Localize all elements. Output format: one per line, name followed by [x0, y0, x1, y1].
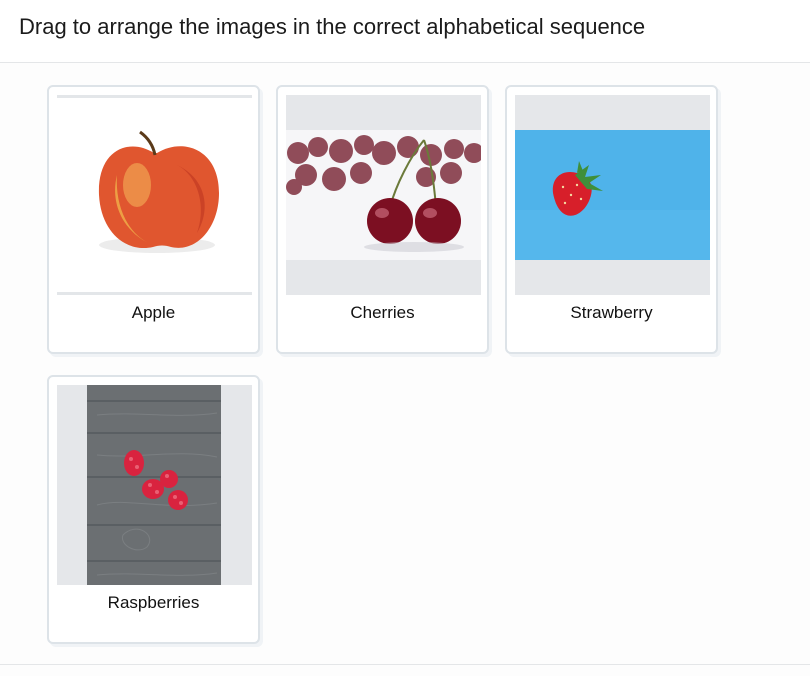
raspberries-image [57, 385, 252, 585]
footer-divider [0, 664, 810, 665]
strawberry-image [515, 95, 710, 295]
card-label: Apple [131, 303, 176, 322]
apple-image [57, 95, 252, 295]
draggable-card-strawberry[interactable]: Strawberry [505, 85, 718, 354]
card-label: Cherries [350, 303, 415, 322]
header: Drag to arrange the images in the correc… [0, 0, 810, 63]
cherries-image [286, 95, 481, 295]
draggable-card-apple[interactable]: Apple [47, 85, 260, 354]
card-label: Raspberries [107, 593, 200, 612]
draggable-card-raspberries[interactable]: Raspberries [47, 375, 260, 644]
draggable-card-cherries[interactable]: Cherries [276, 85, 489, 354]
instruction-text: Drag to arrange the images in the correc… [19, 14, 646, 39]
card-label: Strawberry [570, 303, 653, 322]
